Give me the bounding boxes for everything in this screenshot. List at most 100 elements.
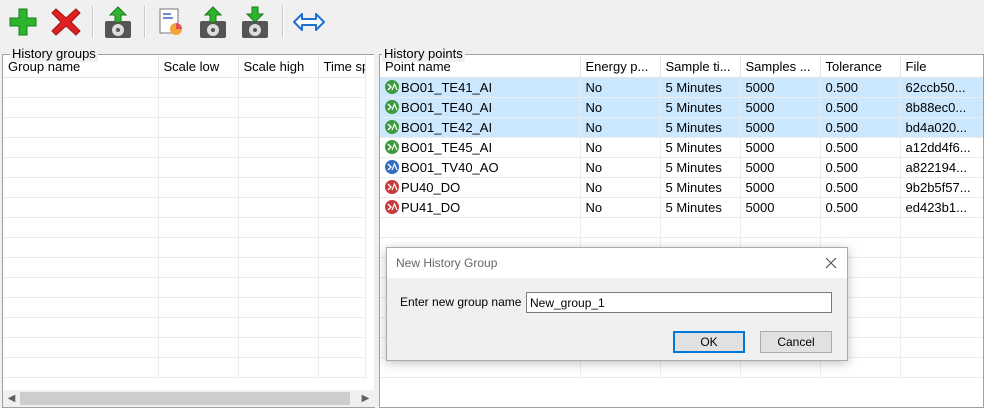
column-header[interactable]: Scale low	[158, 55, 239, 78]
empty-cell	[318, 337, 366, 358]
empty-row	[3, 197, 366, 218]
report-icon[interactable]	[153, 4, 187, 40]
table-row[interactable]: BO01_TE40_AI No 5 Minutes 5000 0.500 8b88ec0.…	[380, 97, 983, 118]
empty-cell	[3, 337, 159, 358]
history-groups-label: History groups	[10, 46, 98, 62]
sample-time-cell: 5 Minutes	[660, 77, 741, 98]
swap-arrows-icon[interactable]	[292, 4, 326, 40]
column-header[interactable]: Time sp	[318, 55, 366, 78]
point-name: BO01_TV40_AO	[401, 160, 499, 175]
table-row[interactable]: BO01_TV40_AO No 5 Minutes 5000 0.500 a822194.…	[380, 157, 983, 178]
empty-cell	[238, 177, 319, 198]
empty-cell	[820, 217, 901, 238]
energy-cell: No	[580, 157, 661, 178]
tolerance-cell: 0.500	[820, 97, 901, 118]
empty-cell	[740, 217, 821, 238]
table-row[interactable]: PU41_DO No 5 Minutes 5000 0.500 ed423b1...	[380, 197, 983, 218]
group-name-label: Enter new group name	[400, 295, 522, 309]
horizontal-scrollbar[interactable]: ◀ ▶	[3, 390, 374, 407]
empty-cell	[318, 77, 366, 98]
close-icon[interactable]	[823, 255, 839, 271]
ok-button[interactable]: OK	[673, 331, 745, 353]
point-name-cell: PU41_DO	[380, 197, 581, 218]
point-name: PU40_DO	[401, 180, 461, 195]
empty-cell	[3, 357, 159, 378]
upload-disk-icon[interactable]	[101, 4, 135, 40]
sample-time-cell: 5 Minutes	[660, 137, 741, 158]
empty-row	[3, 277, 366, 298]
sample-time-cell: 5 Minutes	[660, 97, 741, 118]
table-row[interactable]: BO01_TE41_AI No 5 Minutes 5000 0.500 62ccb50.…	[380, 77, 983, 98]
table-row[interactable]: BO01_TE45_AI No 5 Minutes 5000 0.500 a12dd4f6…	[380, 137, 983, 158]
empty-cell	[900, 297, 983, 318]
empty-cell	[900, 257, 983, 278]
empty-cell	[238, 137, 319, 158]
empty-cell	[3, 137, 159, 158]
empty-cell	[318, 197, 366, 218]
history-groups-table: Group name Scale low Scale high Time sp	[3, 55, 366, 378]
history-groups-panel: Group name Scale low Scale high Time sp …	[2, 54, 375, 408]
sample-time-cell: 5 Minutes	[660, 117, 741, 138]
empty-cell	[318, 357, 366, 378]
point-name-cell: PU40_DO	[380, 177, 581, 198]
empty-cell	[3, 77, 159, 98]
tolerance-cell: 0.500	[820, 157, 901, 178]
empty-row	[3, 317, 366, 338]
file-cell: 8b88ec0...	[900, 97, 983, 118]
scrollbar-thumb[interactable]	[20, 392, 350, 405]
empty-cell	[900, 357, 983, 378]
empty-cell	[318, 97, 366, 118]
point-type-ai-icon	[385, 120, 399, 134]
export-disk-icon[interactable]	[196, 4, 230, 40]
sample-time-cell: 5 Minutes	[660, 197, 741, 218]
column-header[interactable]: Energy p...	[580, 55, 661, 78]
table-row[interactable]: BO01_TE42_AI No 5 Minutes 5000 0.500 bd4a020.…	[380, 117, 983, 138]
empty-cell	[238, 257, 319, 278]
empty-cell	[318, 237, 366, 258]
empty-row	[3, 217, 366, 238]
add-icon[interactable]	[6, 4, 40, 40]
file-cell: bd4a020...	[900, 117, 983, 138]
empty-cell	[3, 217, 159, 238]
delete-icon[interactable]	[49, 4, 83, 40]
empty-row	[3, 77, 366, 98]
empty-cell	[3, 297, 159, 318]
empty-cell	[3, 177, 159, 198]
empty-cell	[238, 357, 319, 378]
empty-row	[3, 237, 366, 258]
table-row[interactable]: PU40_DO No 5 Minutes 5000 0.500 9b2b5f57...	[380, 177, 983, 198]
column-header[interactable]: Sample ti...	[660, 55, 741, 78]
point-type-do-icon	[385, 200, 399, 214]
empty-cell	[158, 237, 239, 258]
empty-cell	[580, 217, 661, 238]
empty-cell	[900, 237, 983, 258]
column-header[interactable]: File	[900, 55, 983, 78]
column-header[interactable]: Scale high	[238, 55, 319, 78]
empty-cell	[158, 297, 239, 318]
empty-cell	[318, 177, 366, 198]
samples-cell: 5000	[740, 137, 821, 158]
empty-cell	[318, 137, 366, 158]
energy-cell: No	[580, 177, 661, 198]
scroll-right-icon[interactable]: ▶	[357, 390, 374, 407]
group-name-input[interactable]	[526, 292, 832, 313]
column-header[interactable]: Tolerance	[820, 55, 901, 78]
toolbar-separator	[144, 6, 146, 38]
file-cell: 62ccb50...	[900, 77, 983, 98]
point-name: BO01_TE45_AI	[401, 140, 493, 155]
empty-cell	[238, 237, 319, 258]
point-type-ai-icon	[385, 100, 399, 114]
column-header[interactable]: Samples ...	[740, 55, 821, 78]
import-disk-icon[interactable]	[238, 4, 272, 40]
tolerance-cell: 0.500	[820, 197, 901, 218]
samples-cell: 5000	[740, 197, 821, 218]
empty-cell	[3, 237, 159, 258]
energy-cell: No	[580, 197, 661, 218]
new-history-group-dialog: New History Group Enter new group name O…	[386, 247, 848, 361]
point-name-cell: BO01_TE42_AI	[380, 117, 581, 138]
point-name-cell: BO01_TV40_AO	[380, 157, 581, 178]
empty-cell	[158, 357, 239, 378]
tolerance-cell: 0.500	[820, 77, 901, 98]
cancel-button[interactable]: Cancel	[760, 331, 832, 353]
scroll-left-icon[interactable]: ◀	[3, 390, 20, 407]
